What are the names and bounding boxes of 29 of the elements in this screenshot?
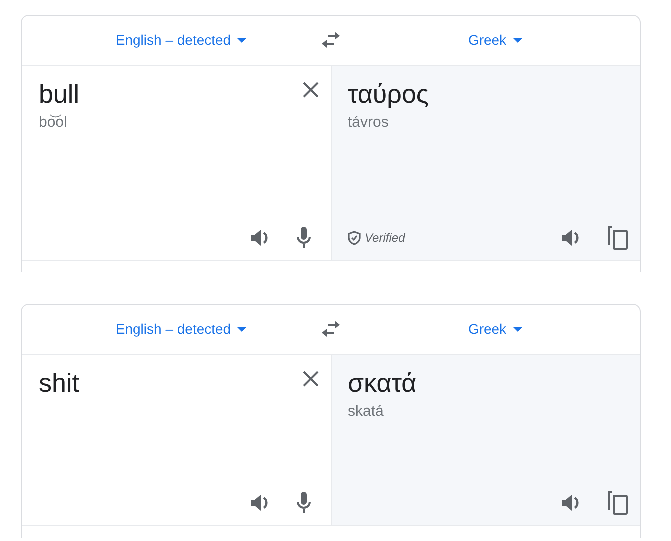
voice-input-button[interactable] bbox=[297, 491, 311, 515]
voice-input-button[interactable] bbox=[297, 226, 311, 250]
caret-icon bbox=[512, 38, 523, 43]
pronunciation-text: bo͝ol bbox=[39, 113, 68, 133]
translation-text: σκατά bbox=[348, 367, 417, 399]
copy-icon bbox=[608, 226, 628, 250]
target-language-button[interactable]: Greek bbox=[462, 26, 529, 55]
swap-icon bbox=[321, 321, 341, 338]
source-text: shit bbox=[39, 367, 80, 399]
copy-button[interactable] bbox=[608, 226, 628, 250]
microphone-icon bbox=[297, 492, 311, 514]
romanization-text: távros bbox=[348, 113, 390, 133]
swap-icon bbox=[321, 32, 341, 48]
copy-button[interactable] bbox=[608, 490, 628, 515]
microphone-icon bbox=[297, 226, 311, 249]
shield-icon bbox=[348, 230, 361, 245]
caret-icon bbox=[237, 327, 248, 332]
caret-icon bbox=[512, 327, 523, 332]
source-text: bull bbox=[39, 78, 80, 110]
translation-text: ταύρος bbox=[348, 78, 429, 110]
romanization-text: skatá bbox=[348, 402, 385, 422]
caret-icon bbox=[237, 38, 248, 43]
source-language-button[interactable]: English – detected bbox=[110, 315, 254, 344]
copy-icon bbox=[608, 490, 628, 515]
close-icon bbox=[303, 82, 319, 98]
close-icon bbox=[303, 370, 319, 387]
verified-label: Verified bbox=[365, 230, 406, 247]
source-language-button[interactable]: English – detected bbox=[110, 26, 254, 55]
target-language-button[interactable]: Greek bbox=[462, 315, 529, 344]
